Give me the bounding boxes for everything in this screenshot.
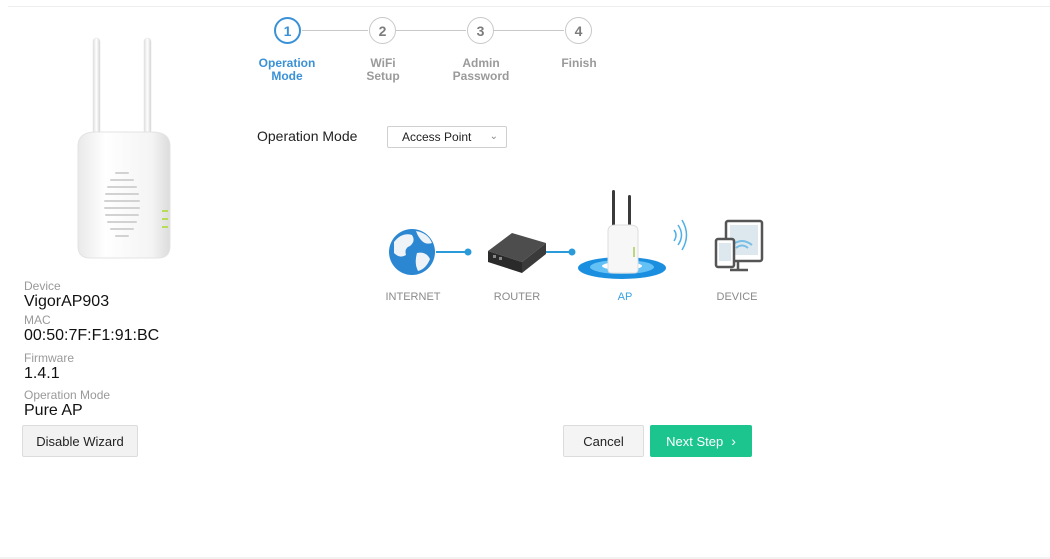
access-point-device-image [77, 37, 171, 259]
firmware-label: Firmware [24, 351, 74, 365]
next-step-button[interactable]: Next Step › [650, 425, 752, 457]
step-connector [494, 30, 564, 31]
chevron-down-icon: ⌄ [489, 131, 498, 142]
wifi-waves-icon [673, 219, 688, 251]
step-2-label: WiFi Setup [366, 56, 400, 83]
operation-mode-selected-value: Access Point [402, 130, 472, 144]
step-connector [302, 30, 368, 31]
firmware-value: 1.4.1 [24, 365, 60, 382]
access-point-icon [578, 190, 666, 279]
chevron-right-icon: › [731, 433, 736, 449]
devices-icon [714, 219, 764, 272]
mac-value: 00:50:7F:F1:91:BC [24, 327, 160, 344]
step-connector [396, 30, 466, 31]
disable-wizard-button[interactable]: Disable Wizard [22, 425, 138, 457]
operation-mode-select[interactable]: Access Point ⌄ [387, 126, 507, 148]
ap-label: AP [617, 291, 633, 303]
step-1-circle[interactable]: 1 [274, 17, 301, 44]
device-value: VigorAP903 [24, 293, 110, 310]
top-divider [8, 6, 1050, 7]
step-1-label: Operation Mode [258, 56, 316, 83]
device-diagram-label: DEVICE [716, 291, 758, 303]
step-2-circle[interactable]: 2 [369, 17, 396, 44]
operation-mode-label: Operation Mode [257, 128, 358, 144]
internet-label: INTERNET [385, 291, 441, 303]
operation-mode-info-label: Operation Mode [24, 388, 111, 402]
next-step-label: Next Step [666, 433, 724, 449]
step-4-circle[interactable]: 4 [565, 17, 592, 44]
step-3-circle[interactable]: 3 [467, 17, 494, 44]
operation-mode-info-value: Pure AP [24, 402, 83, 419]
device-label: Device [24, 279, 61, 293]
cancel-button[interactable]: Cancel [563, 425, 644, 457]
router-label: ROUTER [493, 291, 541, 303]
step-3-label: Admin Password [452, 56, 510, 83]
globe-icon [389, 229, 435, 275]
step-4-label: Finish [561, 56, 597, 70]
router-icon [488, 233, 546, 273]
mac-label: MAC [24, 313, 51, 327]
